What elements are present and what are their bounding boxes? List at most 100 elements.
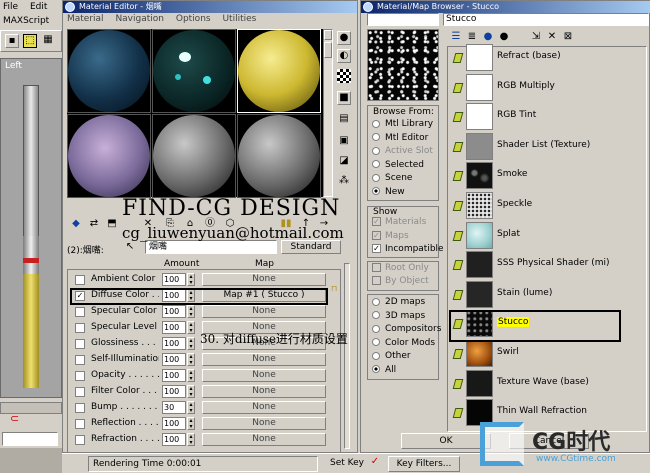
amount-spinner-icon[interactable]: ▴ ▾ — [187, 305, 195, 318]
browser-search-field[interactable]: Stucco — [443, 13, 649, 26]
map-amount-field[interactable]: 30 — [162, 401, 186, 414]
map-amount-field[interactable]: 100 — [162, 321, 186, 334]
browser-list-item[interactable]: RGB Multiply — [450, 73, 635, 102]
browser-option[interactable]: 2D maps — [372, 297, 442, 307]
map-enable-checkbox[interactable] — [75, 307, 85, 317]
sample-slot-4[interactable] — [67, 114, 151, 198]
set-key-label[interactable]: Set Key — [330, 458, 364, 468]
viewport-label[interactable]: Left — [5, 61, 22, 71]
radio-icon[interactable] — [372, 297, 380, 306]
browser-option[interactable]: Color Mods — [372, 338, 442, 348]
menu-options[interactable]: Options — [176, 14, 211, 24]
map-enable-checkbox[interactable] — [75, 419, 85, 429]
checkbox-icon[interactable]: ✓ — [372, 217, 381, 226]
map-slot-button[interactable]: None — [202, 433, 326, 446]
amount-spinner-icon[interactable]: ▴ ▾ — [187, 417, 195, 430]
map-amount-field[interactable]: 100 — [162, 337, 186, 350]
ok-button[interactable]: OK — [401, 433, 491, 449]
radio-icon[interactable] — [372, 119, 380, 128]
amount-spinner-icon[interactable]: ▴ ▾ — [187, 321, 195, 334]
map-enable-checkbox[interactable] — [75, 403, 85, 413]
radio-icon[interactable] — [372, 146, 380, 155]
map-amount-field[interactable]: 100 — [162, 417, 186, 430]
select-region-icon[interactable]: ⬚ — [23, 34, 37, 48]
browser-option[interactable]: Selected — [372, 160, 442, 170]
amount-spinner-icon[interactable]: ▴ ▾ — [187, 337, 195, 350]
radio-icon[interactable] — [372, 311, 380, 319]
sample-slot-6[interactable] — [237, 114, 321, 198]
key-filters-button[interactable]: Key Filters... — [388, 456, 460, 472]
sample-slot-2[interactable] — [152, 29, 236, 113]
sample-slot-3[interactable] — [237, 29, 321, 113]
amount-spinner-icon[interactable]: ▴ ▾ — [187, 273, 195, 286]
browser-option[interactable]: All — [372, 365, 442, 375]
browser-list-item[interactable]: SSS Physical Shader (mi) — [450, 250, 635, 279]
map-amount-field[interactable]: 100 — [162, 385, 186, 398]
key-icon[interactable]: ⊂ — [10, 412, 24, 426]
maps-scrollbar[interactable] — [344, 263, 350, 449]
select-by-material-icon[interactable]: ⁂ — [337, 175, 351, 189]
map-amount-field[interactable]: 100 — [162, 305, 186, 318]
radio-icon[interactable] — [372, 324, 380, 333]
sample-uv-icon[interactable]: ■ — [337, 91, 351, 105]
window-crossing-icon[interactable]: ▦ — [41, 34, 55, 48]
browser-option[interactable]: Other — [372, 351, 442, 361]
pick-material-icon[interactable]: ↖ — [123, 241, 137, 255]
map-slot-button[interactable]: None — [202, 369, 326, 382]
map-enable-checkbox[interactable] — [75, 435, 85, 445]
browser-option[interactable]: ✓ Maps — [372, 230, 409, 241]
sample-slot-5[interactable] — [152, 114, 236, 198]
amount-spinner-icon[interactable]: ▴ ▾ — [187, 433, 195, 446]
browser-list-item[interactable]: Speckle — [450, 191, 635, 220]
map-slot-button[interactable]: None — [202, 273, 326, 286]
map-slot-button[interactable]: None — [202, 353, 326, 366]
map-amount-field[interactable]: 100 — [162, 433, 186, 446]
assign-material-icon[interactable]: ⬒ — [105, 218, 119, 232]
browser-option[interactable]: Scene — [372, 173, 442, 183]
material-name-field[interactable]: 烟嘴 — [145, 240, 277, 254]
map-amount-field[interactable]: 100 — [162, 273, 186, 286]
menu-file[interactable]: File — [3, 2, 18, 12]
viewport-left[interactable]: Left — [0, 58, 62, 398]
browser-list-item[interactable]: Swirl — [450, 339, 635, 368]
browser-list-item[interactable]: Refract (base) — [450, 43, 635, 72]
map-enable-checkbox[interactable] — [75, 371, 85, 381]
radio-icon[interactable] — [372, 133, 380, 141]
browser-list-item[interactable]: Texture Wave (base) — [450, 369, 635, 398]
map-enable-checkbox[interactable] — [75, 387, 85, 397]
amount-spinner-icon[interactable]: ▴ ▾ — [187, 369, 195, 382]
browser-option[interactable]: Compositors — [372, 324, 442, 334]
browser-list-item[interactable]: Smoke — [450, 161, 635, 190]
radio-icon[interactable] — [372, 338, 380, 346]
browser-list-item[interactable]: Stain (lume) — [450, 280, 635, 309]
key-mode-icon[interactable]: ✓ — [368, 456, 382, 470]
menu-material[interactable]: Material — [67, 14, 104, 24]
sample-type-icon[interactable]: ● — [337, 31, 351, 45]
radio-icon[interactable] — [372, 173, 380, 182]
checkbox-icon[interactable] — [372, 263, 381, 272]
radio-icon[interactable] — [372, 187, 380, 195]
map-enable-checkbox[interactable] — [75, 323, 85, 333]
map-slot-button[interactable]: None — [202, 305, 326, 318]
checkbox-icon[interactable] — [372, 276, 381, 285]
cigarette-holder-object[interactable] — [23, 85, 39, 388]
menu-edit[interactable]: Edit — [30, 2, 47, 12]
amount-spinner-icon[interactable]: ▴ ▾ — [187, 385, 195, 398]
browser-option[interactable]: Mtl Library — [372, 119, 442, 129]
menu-maxscript[interactable]: MAXScript — [3, 16, 49, 26]
make-preview-icon[interactable]: ▣ — [337, 135, 351, 149]
browser-option[interactable]: New — [372, 187, 442, 197]
radio-icon[interactable] — [372, 351, 380, 360]
browser-option[interactable]: Active Slot — [372, 146, 442, 156]
browser-option[interactable]: ✓ Materials — [372, 217, 426, 227]
browser-list-item[interactable]: RGB Tint — [450, 102, 635, 131]
browser-option[interactable]: ✓ Incompatible — [372, 244, 444, 254]
browser-titlebar[interactable]: Material/Map Browser - Stucco — [361, 1, 650, 13]
map-slot-button[interactable]: None — [202, 401, 326, 414]
browser-option[interactable]: By Object — [372, 276, 429, 286]
amount-spinner-icon[interactable]: ▴ ▾ — [187, 401, 195, 414]
sample-slots-scrollbar[interactable] — [323, 29, 333, 197]
backlight-icon[interactable]: ◐ — [337, 49, 351, 63]
browser-option[interactable]: 3D maps — [372, 311, 442, 321]
map-amount-field[interactable]: 100 — [162, 369, 186, 382]
